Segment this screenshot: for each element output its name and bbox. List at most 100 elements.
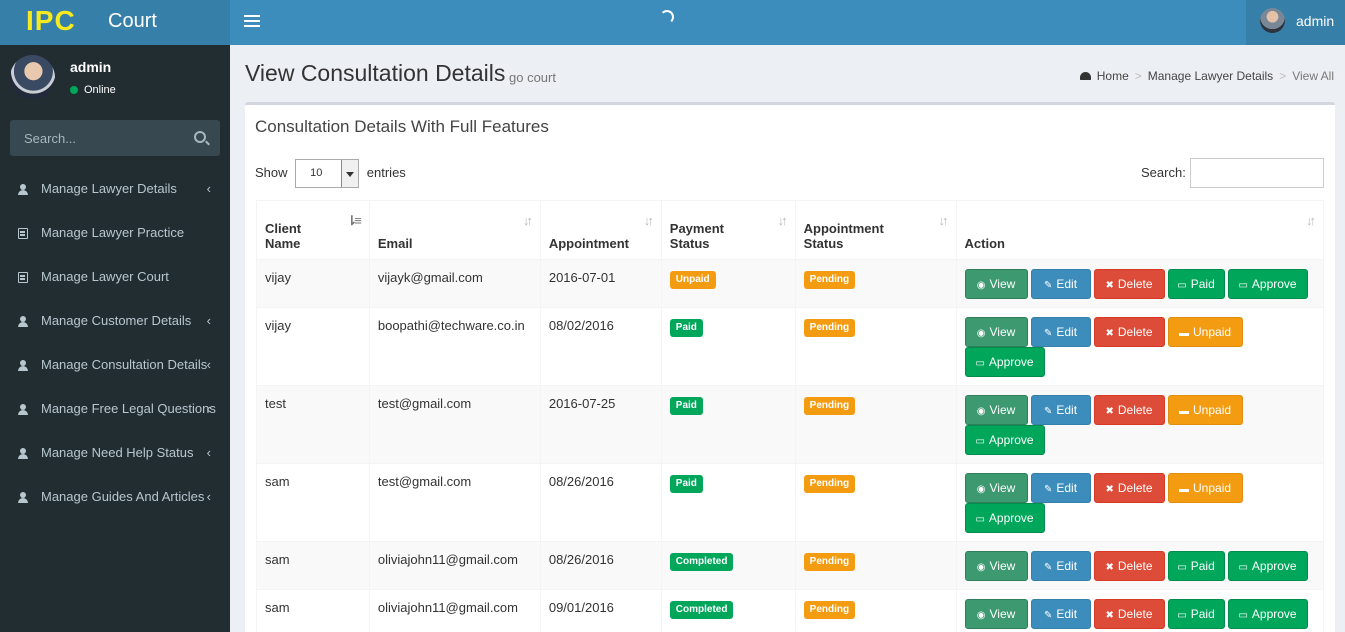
appointment-status-badge: Pending xyxy=(803,271,856,289)
sort-icon[interactable]: ↓↑ xyxy=(644,213,654,228)
cell-payment-status: Paid xyxy=(660,385,796,464)
approve-button[interactable]: ▭ Approve xyxy=(964,347,1045,377)
sidebar-item-customer-details[interactable]: Manage Customer Details ‹ xyxy=(0,299,230,343)
table-row: sam test@gmail.com 08/26/2016 Paid Pendi… xyxy=(256,463,1325,542)
edit-icon: ✎ xyxy=(1043,484,1053,495)
sidebar-item-label: Manage Guides And Articles xyxy=(41,489,205,504)
payment-status-badge: Paid xyxy=(669,397,703,415)
eye-icon: ◉ xyxy=(976,280,986,291)
box-title: Consultation Details With Full Features xyxy=(255,117,549,136)
button-label: Edit xyxy=(1056,277,1078,291)
edit-button[interactable]: ✎ Edit xyxy=(1030,317,1091,347)
approve-button[interactable]: ▭ Approve xyxy=(1227,269,1308,299)
search-icon[interactable] xyxy=(194,131,206,143)
sort-icon[interactable]: ↓↑ xyxy=(939,213,949,228)
loading-spinner-icon xyxy=(660,10,674,24)
column-header-payment-status[interactable]: Payment Status ↓↑ xyxy=(660,200,796,260)
close-icon: ✖ xyxy=(1105,406,1114,417)
button-label: Unpaid xyxy=(1193,403,1232,417)
folder-open-icon: ▬ xyxy=(1179,328,1189,339)
folder-open-icon: ▬ xyxy=(1179,406,1189,417)
view-button[interactable]: ◉ View xyxy=(964,317,1028,347)
unpaid-button[interactable]: ▬ Unpaid xyxy=(1167,317,1243,347)
button-label: View xyxy=(989,559,1016,573)
view-button[interactable]: ◉ View xyxy=(964,269,1028,299)
cell-action: ◉ View ✎ Edit ✖ Delete ▬ Unpaid ▭ Approve xyxy=(955,307,1325,386)
edit-button[interactable]: ✎ Edit xyxy=(1030,269,1091,299)
sidebar-menu: Manage Lawyer Details ‹ Manage Lawyer Pra… xyxy=(0,167,230,519)
user-icon xyxy=(18,404,28,415)
sidebar-item-free-legal-questions[interactable]: Manage Free Legal Questions ‹ xyxy=(0,387,230,431)
paid-button[interactable]: ▭ Paid xyxy=(1167,599,1225,629)
delete-button[interactable]: ✖ Delete xyxy=(1093,551,1165,581)
approve-button[interactable]: ▭ Approve xyxy=(964,425,1045,455)
approve-button[interactable]: ▭ Approve xyxy=(1227,599,1308,629)
paid-button[interactable]: ▭ Paid xyxy=(1167,551,1225,581)
user-menu[interactable]: admin xyxy=(1246,0,1345,45)
column-header-email[interactable]: Email ↓↑ xyxy=(368,200,541,260)
cell-payment-status: Completed xyxy=(660,589,796,632)
view-button[interactable]: ◉ View xyxy=(964,473,1028,503)
table-search-input[interactable] xyxy=(1190,158,1324,188)
user-icon xyxy=(18,360,28,371)
cell-payment-status: Paid xyxy=(660,463,796,542)
edit-button[interactable]: ✎ Edit xyxy=(1030,473,1091,503)
sidebar-toggle-icon[interactable] xyxy=(244,12,260,30)
view-button[interactable]: ◉ View xyxy=(964,395,1028,425)
view-button[interactable]: ◉ View xyxy=(964,551,1028,581)
delete-button[interactable]: ✖ Delete xyxy=(1093,269,1165,299)
folder-icon: ▭ xyxy=(1238,610,1248,621)
appointment-status-badge: Pending xyxy=(803,475,856,493)
delete-button[interactable]: ✖ Delete xyxy=(1093,473,1165,503)
breadcrumb-home[interactable]: Home xyxy=(1097,69,1129,83)
button-label: Paid xyxy=(1190,277,1215,291)
sidebar-item-need-help-status[interactable]: Manage Need Help Status ‹ xyxy=(0,431,230,475)
cell-appointment-status: Pending xyxy=(794,259,957,308)
column-header-appointment-status[interactable]: Appointment Status ↓↑ xyxy=(794,200,957,260)
edit-button[interactable]: ✎ Edit xyxy=(1030,395,1091,425)
entries-select[interactable]: 10 xyxy=(295,159,360,188)
edit-button[interactable]: ✎ Edit xyxy=(1030,551,1091,581)
approve-button[interactable]: ▭ Approve xyxy=(964,503,1045,533)
column-header-client-name[interactable]: Client Name ⇂≡ xyxy=(256,200,370,260)
button-label: Delete xyxy=(1117,559,1153,573)
sidebar-item-consultation-details[interactable]: Manage Consultation Details ‹ xyxy=(0,343,230,387)
online-status-label: Online xyxy=(84,84,116,96)
button-label: Delete xyxy=(1117,403,1153,417)
unpaid-button[interactable]: ▬ Unpaid xyxy=(1167,395,1243,425)
approve-button[interactable]: ▭ Approve xyxy=(1227,551,1308,581)
delete-button[interactable]: ✖ Delete xyxy=(1093,317,1165,347)
button-label: View xyxy=(989,481,1016,495)
button-label: Paid xyxy=(1190,559,1215,573)
folder-icon: ▭ xyxy=(1177,280,1187,291)
edit-button[interactable]: ✎ Edit xyxy=(1030,599,1091,629)
column-header-appointment[interactable]: Appointment ↓↑ xyxy=(539,200,662,260)
cell-email: boopathi@techware.co.in xyxy=(368,307,541,386)
sort-icon[interactable]: ↓↑ xyxy=(778,213,788,228)
sidebar-user-name: admin xyxy=(70,59,112,75)
view-button[interactable]: ◉ View xyxy=(964,599,1028,629)
breadcrumb-parent[interactable]: Manage Lawyer Details xyxy=(1148,69,1273,83)
sidebar-search-input[interactable] xyxy=(10,120,180,156)
sort-icon[interactable]: ↓↑ xyxy=(1306,213,1316,228)
sort-icon[interactable]: ↓↑ xyxy=(523,213,533,228)
delete-button[interactable]: ✖ Delete xyxy=(1093,395,1165,425)
sidebar-item-lawyer-practice[interactable]: Manage Lawyer Practice xyxy=(0,211,230,255)
logo[interactable]: IPC Court xyxy=(0,0,230,45)
sidebar-item-label: Manage Lawyer Details xyxy=(41,181,177,196)
sidebar-item-label: Manage Need Help Status xyxy=(41,445,194,460)
button-label: Delete xyxy=(1117,481,1153,495)
sidebar-item-label: Manage Customer Details xyxy=(41,313,192,328)
sidebar-item-lawyer-details[interactable]: Manage Lawyer Details ‹ xyxy=(0,167,230,211)
sidebar-item-guides-articles[interactable]: Manage Guides And Articles ‹ xyxy=(0,475,230,519)
column-header-action[interactable]: Action ↓↑ xyxy=(955,200,1325,260)
delete-button[interactable]: ✖ Delete xyxy=(1093,599,1165,629)
dropdown-arrow-icon[interactable] xyxy=(341,160,359,187)
paid-button[interactable]: ▭ Paid xyxy=(1167,269,1225,299)
header-line: Client xyxy=(265,221,302,236)
brand-subtitle: Court xyxy=(108,10,157,32)
chevron-left-icon: ‹ xyxy=(206,313,211,328)
unpaid-button[interactable]: ▬ Unpaid xyxy=(1167,473,1243,503)
sidebar-item-lawyer-court[interactable]: Manage Lawyer Court xyxy=(0,255,230,299)
sort-desc-icon[interactable]: ⇂≡ xyxy=(346,213,362,229)
